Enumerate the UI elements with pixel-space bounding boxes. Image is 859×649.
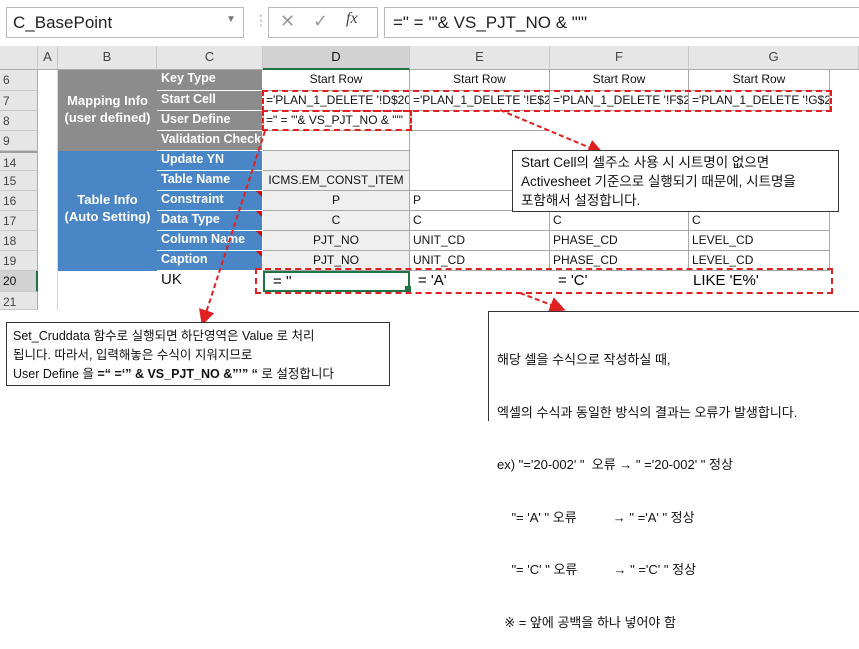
note-line: ※ = 앞에 공백을 하나 넣어야 함 xyxy=(497,614,676,630)
arrow-uk-row xyxy=(519,292,566,313)
note-line: Start Cell의 셀주소 사용 시 시트명이 없으면 xyxy=(521,155,770,170)
note-line: 됩니다. 따라서, 입력해놓은 수식이 지워지므로 xyxy=(13,348,253,362)
arrow-user-define xyxy=(199,130,266,326)
note-line: "= 'A' " 오류 → " ='A' " 정상 xyxy=(497,509,695,525)
note-line: User Define 을 =“ =‘” & VS_PJT_NO &”’” “ … xyxy=(13,365,389,384)
cruddata-note-callout: Set_Cruddata 함수로 실행되면 하단영역은 Value 로 처리 됩… xyxy=(6,322,390,386)
note-line: 해당 셀을 수식으로 작성하실 때, xyxy=(497,352,671,367)
arrow-start-cell xyxy=(499,109,604,155)
note-line: "= 'C' " 오류 → " ='C' " 정상 xyxy=(497,562,697,577)
formula-note-callout: 해당 셀을 수식으로 작성하실 때, 엑셀의 수식과 동일한 방식의 결과는 오… xyxy=(488,311,859,630)
start-cell-note-callout: Start Cell의 셀주소 사용 시 시트명이 없으면 Activeshee… xyxy=(512,150,839,212)
note-line: Set_Cruddata 함수로 실행되면 하단영역은 Value 로 처리 xyxy=(13,329,315,343)
note-suffix: 로 설정합니다 xyxy=(257,367,334,381)
note-formula: =“ =‘” & VS_PJT_NO &”’” “ xyxy=(97,367,258,381)
note-prefix: User Define 을 xyxy=(13,367,98,381)
note-line: 포함해서 설정합니다. xyxy=(521,193,641,208)
note-line: 엑셀의 수식과 동일한 방식의 결과는 오류가 발생합니다. xyxy=(497,404,798,420)
note-line: ex) "='20-002' " 오류 → " ='20-002' " 정상 xyxy=(497,457,733,472)
note-line: Activesheet 기준으로 실행되기 때문에, 시트명을 xyxy=(521,174,796,189)
